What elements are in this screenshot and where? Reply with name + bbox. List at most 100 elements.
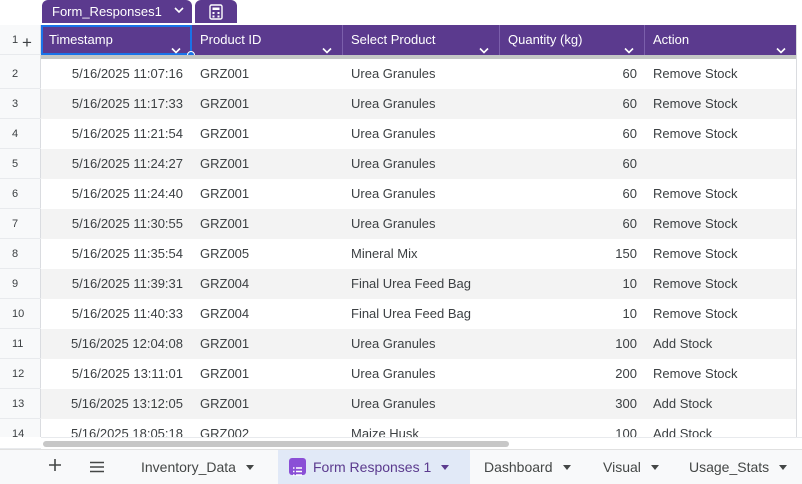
- add-column-button[interactable]: +: [22, 33, 40, 53]
- tab-dashboard[interactable]: Dashboard: [470, 450, 588, 484]
- cell-product-id[interactable]: GRZ001: [192, 389, 343, 419]
- tab-visual[interactable]: Visual: [589, 450, 673, 484]
- cell-quantity[interactable]: 60: [500, 119, 645, 149]
- cell-action[interactable]: Remove Stock: [645, 89, 796, 119]
- row-number[interactable]: 8: [0, 239, 41, 269]
- cell-quantity[interactable]: 100: [500, 329, 645, 359]
- cell-action[interactable]: Remove Stock: [645, 119, 796, 149]
- cell-timestamp[interactable]: 5/16/2025 11:21:54: [41, 119, 192, 149]
- chevron-down-icon[interactable]: [776, 36, 786, 54]
- cell-timestamp[interactable]: 5/16/2025 13:12:05: [41, 389, 192, 419]
- cell-product[interactable]: Maize Husk: [343, 419, 500, 437]
- cell-action[interactable]: Remove Stock: [645, 299, 796, 329]
- cell-timestamp[interactable]: 5/16/2025 11:24:40: [41, 179, 192, 209]
- row-number[interactable]: 9: [0, 269, 41, 299]
- cell-timestamp[interactable]: 5/16/2025 18:05:18: [41, 419, 192, 437]
- cell-quantity[interactable]: 100: [500, 419, 645, 437]
- plus-icon[interactable]: +: [22, 33, 32, 52]
- cell-product[interactable]: Urea Granules: [343, 149, 500, 179]
- cell-action[interactable]: Remove Stock: [645, 239, 796, 269]
- chevron-down-icon[interactable]: [479, 36, 489, 54]
- row-number[interactable]: 7: [0, 209, 41, 239]
- cell-timestamp[interactable]: 5/16/2025 11:39:31: [41, 269, 192, 299]
- cell-product[interactable]: Urea Granules: [343, 359, 500, 389]
- table-name-chip[interactable]: Form_Responses1: [42, 0, 192, 23]
- caret-down-icon[interactable]: [245, 464, 254, 470]
- column-header-timestamp[interactable]: Timestamp: [41, 25, 192, 55]
- cell-quantity[interactable]: 10: [500, 299, 645, 329]
- caret-down-icon[interactable]: [562, 464, 571, 470]
- cell-timestamp[interactable]: 5/16/2025 12:04:08: [41, 329, 192, 359]
- cell-product-id[interactable]: GRZ004: [192, 269, 343, 299]
- caret-down-icon[interactable]: [441, 464, 450, 470]
- cell-product-id[interactable]: GRZ004: [192, 299, 343, 329]
- cell-quantity[interactable]: 60: [500, 89, 645, 119]
- cell-timestamp[interactable]: 5/16/2025 13:11:01: [41, 359, 192, 389]
- cell-quantity[interactable]: 60: [500, 209, 645, 239]
- cell-timestamp[interactable]: 5/16/2025 11:07:16: [41, 59, 192, 89]
- row-number[interactable]: 6: [0, 179, 41, 209]
- cell-quantity[interactable]: 60: [500, 59, 645, 89]
- row-number[interactable]: 12: [0, 359, 41, 389]
- row-number[interactable]: 10: [0, 299, 41, 329]
- cell-product-id[interactable]: GRZ001: [192, 179, 343, 209]
- row-number[interactable]: 11: [0, 329, 41, 359]
- scrollbar-thumb[interactable]: [43, 441, 509, 447]
- tab-usage-stats[interactable]: Usage_Stats: [675, 450, 802, 484]
- cell-product[interactable]: Urea Granules: [343, 389, 500, 419]
- cell-action[interactable]: [645, 149, 796, 179]
- cell-product[interactable]: Mineral Mix: [343, 239, 500, 269]
- tab-inventory-data[interactable]: Inventory_Data: [127, 450, 275, 484]
- hamburger-menu-icon[interactable]: [89, 461, 105, 473]
- row-number[interactable]: 14: [0, 419, 41, 449]
- cell-product-id[interactable]: GRZ001: [192, 359, 343, 389]
- chevron-down-icon[interactable]: [322, 36, 332, 54]
- row-number[interactable]: 3: [0, 89, 41, 119]
- column-header-select-product[interactable]: Select Product: [343, 25, 500, 55]
- calculator-icon[interactable]: [195, 0, 237, 23]
- tab-form-responses-1[interactable]: Form Responses 1: [278, 450, 470, 484]
- cell-product[interactable]: Urea Granules: [343, 209, 500, 239]
- cell-product-id[interactable]: GRZ005: [192, 239, 343, 269]
- cell-product-id[interactable]: GRZ001: [192, 209, 343, 239]
- cell-product[interactable]: Urea Granules: [343, 89, 500, 119]
- cell-product-id[interactable]: GRZ001: [192, 119, 343, 149]
- caret-down-icon[interactable]: [650, 464, 659, 470]
- cell-quantity[interactable]: 300: [500, 389, 645, 419]
- cell-action[interactable]: Remove Stock: [645, 59, 796, 89]
- cell-product[interactable]: Urea Granules: [343, 329, 500, 359]
- cell-timestamp[interactable]: 5/16/2025 11:24:27: [41, 149, 192, 179]
- cell-product-id[interactable]: GRZ002: [192, 419, 343, 437]
- cell-action[interactable]: Add Stock: [645, 329, 796, 359]
- row-number[interactable]: 5: [0, 149, 41, 179]
- cell-product[interactable]: Urea Granules: [343, 179, 500, 209]
- cell-product[interactable]: Final Urea Feed Bag: [343, 299, 500, 329]
- cell-quantity[interactable]: 60: [500, 149, 645, 179]
- cell-product[interactable]: Urea Granules: [343, 59, 500, 89]
- chevron-down-icon[interactable]: [624, 36, 634, 54]
- chevron-down-icon[interactable]: [174, 5, 184, 15]
- cell-product[interactable]: Final Urea Feed Bag: [343, 269, 500, 299]
- cell-action[interactable]: Remove Stock: [645, 269, 796, 299]
- column-header-action[interactable]: Action: [645, 25, 796, 55]
- caret-down-icon[interactable]: [779, 464, 788, 470]
- cell-timestamp[interactable]: 5/16/2025 11:17:33: [41, 89, 192, 119]
- cell-product-id[interactable]: GRZ001: [192, 329, 343, 359]
- add-sheet-button[interactable]: [48, 456, 68, 478]
- cell-quantity[interactable]: 60: [500, 179, 645, 209]
- cell-action[interactable]: Remove Stock: [645, 359, 796, 389]
- cell-action[interactable]: Remove Stock: [645, 209, 796, 239]
- cell-timestamp[interactable]: 5/16/2025 11:40:33: [41, 299, 192, 329]
- cell-product-id[interactable]: GRZ001: [192, 59, 343, 89]
- cell-timestamp[interactable]: 5/16/2025 11:30:55: [41, 209, 192, 239]
- horizontal-scrollbar[interactable]: [41, 437, 802, 449]
- column-header-quantity[interactable]: Quantity (kg): [500, 25, 645, 55]
- column-header-product-id[interactable]: Product ID: [192, 25, 343, 55]
- cell-quantity[interactable]: 200: [500, 359, 645, 389]
- cell-action[interactable]: Add Stock: [645, 419, 796, 437]
- chevron-down-icon[interactable]: [171, 36, 181, 54]
- cell-product[interactable]: Urea Granules: [343, 119, 500, 149]
- cell-action[interactable]: Add Stock: [645, 389, 796, 419]
- cell-action[interactable]: Remove Stock: [645, 179, 796, 209]
- cell-product-id[interactable]: GRZ001: [192, 89, 343, 119]
